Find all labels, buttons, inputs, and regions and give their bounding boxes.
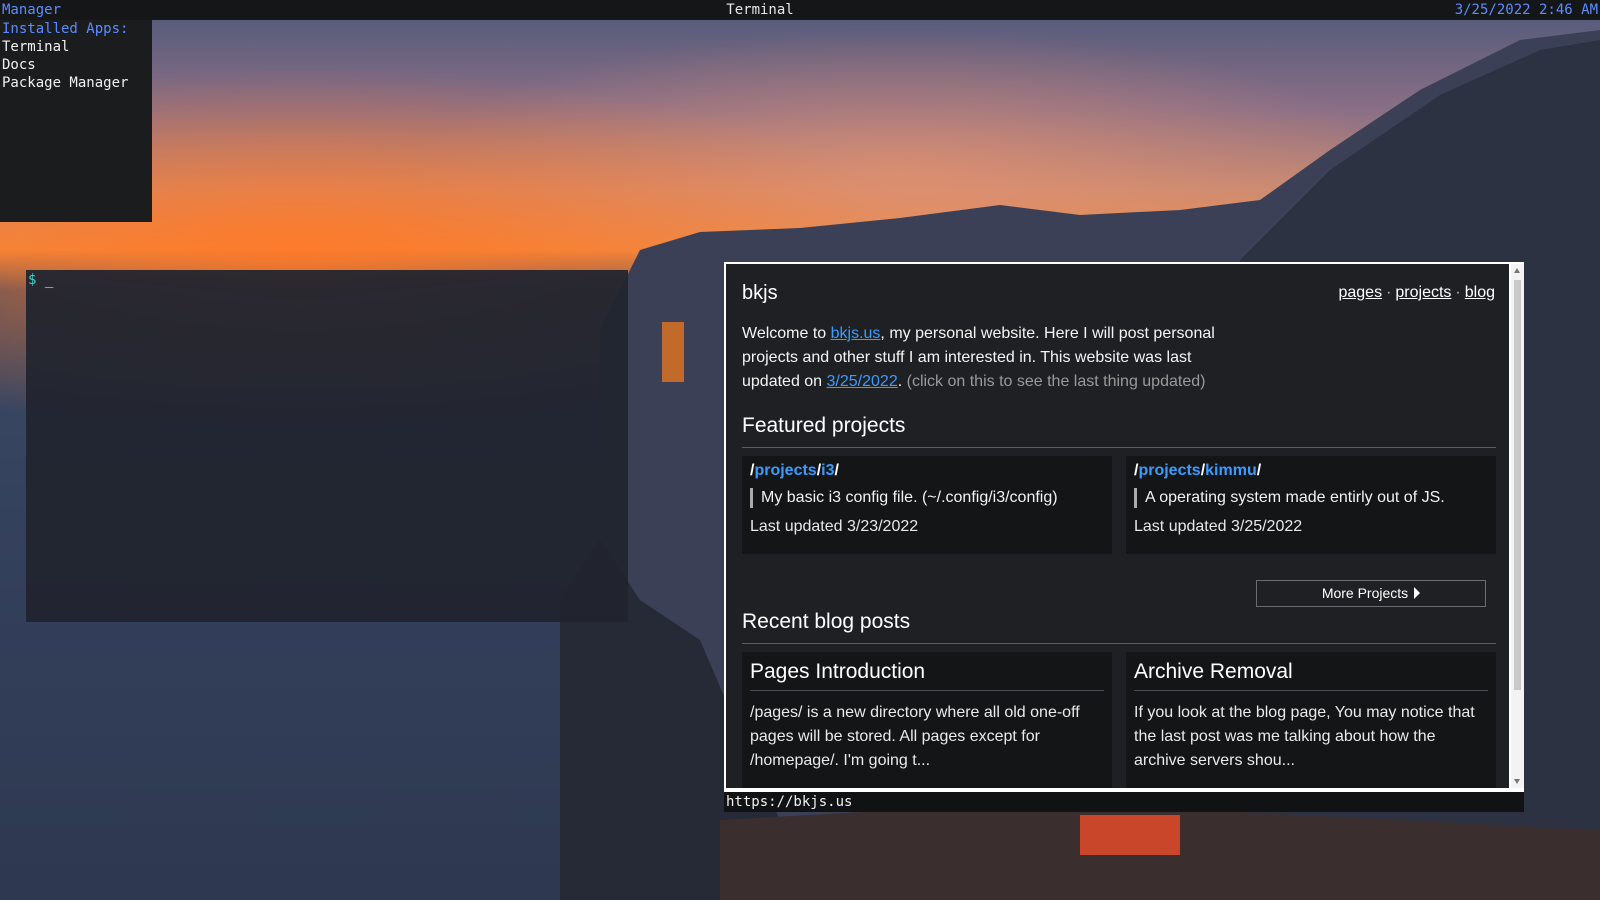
browser-status-bar: https://bkjs.us xyxy=(724,792,1524,812)
active-window-title: Terminal xyxy=(726,2,794,18)
blog-post-title[interactable]: Pages Introduction xyxy=(750,660,1104,691)
app-item-docs[interactable]: Docs xyxy=(0,56,152,74)
site-title: bkjs xyxy=(742,282,778,304)
terminal-prompt: $ _ xyxy=(28,272,53,288)
project-path[interactable]: /projects/kimmu/ xyxy=(1134,462,1488,480)
status-url: https://bkjs.us xyxy=(726,794,853,810)
more-projects-button[interactable]: More Projects xyxy=(1256,580,1486,607)
last-updated-link[interactable]: 3/25/2022 xyxy=(827,373,898,390)
blog-post-excerpt: If you look at the blog page, You may no… xyxy=(1134,704,1475,769)
webpage-viewport: bkjs pages · projects · blog Welcome to bkjs… xyxy=(726,264,1509,788)
browser-window: bkjs pages · projects · blog Welcome to bkjs… xyxy=(724,262,1524,792)
terminal-window[interactable]: $ _ xyxy=(26,270,628,622)
blog-post-card[interactable]: Archive Removal If you look at the blog … xyxy=(1126,652,1496,788)
path-segment[interactable]: projects xyxy=(754,462,816,479)
terminal-cursor: _ xyxy=(44,272,54,288)
divider xyxy=(742,447,1496,448)
project-description: My basic i3 config file. (~/.config/i3/c… xyxy=(750,488,1104,508)
featured-projects-heading: Featured projects xyxy=(742,414,906,437)
app-item-package-manager[interactable]: Package Manager xyxy=(0,74,152,92)
installed-apps-header: Installed Apps: xyxy=(2,21,129,37)
nav-link-projects[interactable]: projects xyxy=(1395,284,1451,301)
nav-link-blog[interactable]: blog xyxy=(1465,284,1495,301)
prompt-symbol: $ xyxy=(28,272,37,288)
divider xyxy=(742,643,1496,644)
site-link[interactable]: bkjs.us xyxy=(831,325,881,342)
nav-separator: · xyxy=(1386,284,1392,301)
project-card[interactable]: /projects/i3/ My basic i3 config file. (… xyxy=(742,456,1112,554)
intro-text: . xyxy=(897,373,907,390)
intro-hint: (click on this to see the last thing upd… xyxy=(906,373,1206,390)
scrollbar-thumb[interactable] xyxy=(1514,280,1521,690)
path-segment[interactable]: i3 xyxy=(821,462,834,479)
top-bar: Manager Terminal 3/25/2022 2:46 AM xyxy=(0,0,1600,20)
nav-link-pages[interactable]: pages xyxy=(1338,284,1382,301)
site-nav: pages · projects · blog xyxy=(1338,284,1495,302)
blog-post-card[interactable]: Pages Introduction /pages/ is a new dire… xyxy=(742,652,1112,788)
app-item-terminal[interactable]: Terminal xyxy=(0,38,152,56)
path-segment[interactable]: projects xyxy=(1138,462,1200,479)
project-updated: Last updated 3/25/2022 xyxy=(1134,518,1303,535)
more-projects-label: More Projects xyxy=(1321,585,1409,601)
project-description: A operating system made entirly out of J… xyxy=(1134,488,1488,508)
intro-paragraph: Welcome to bkjs.us, my personal website.… xyxy=(742,322,1222,394)
scroll-up-icon[interactable] xyxy=(1514,268,1520,273)
blog-post-title[interactable]: Archive Removal xyxy=(1134,660,1488,691)
scroll-down-icon[interactable] xyxy=(1514,779,1520,784)
recent-blog-heading: Recent blog posts xyxy=(742,610,911,633)
clock: 3/25/2022 2:46 AM xyxy=(1454,2,1598,18)
project-updated: Last updated 3/23/2022 xyxy=(750,518,919,535)
project-path[interactable]: /projects/i3/ xyxy=(750,462,1104,480)
caret-right-icon xyxy=(1414,587,1421,599)
app-manager-panel: Installed Apps: Terminal Docs Package Ma… xyxy=(0,20,152,222)
vertical-scrollbar[interactable] xyxy=(1511,264,1524,788)
nav-separator: · xyxy=(1455,284,1461,301)
path-segment[interactable]: kimmu xyxy=(1205,462,1257,479)
project-card[interactable]: /projects/kimmu/ A operating system made… xyxy=(1126,456,1496,554)
blog-post-excerpt: /pages/ is a new directory where all old… xyxy=(750,704,1080,769)
intro-text: Welcome to xyxy=(742,325,831,342)
